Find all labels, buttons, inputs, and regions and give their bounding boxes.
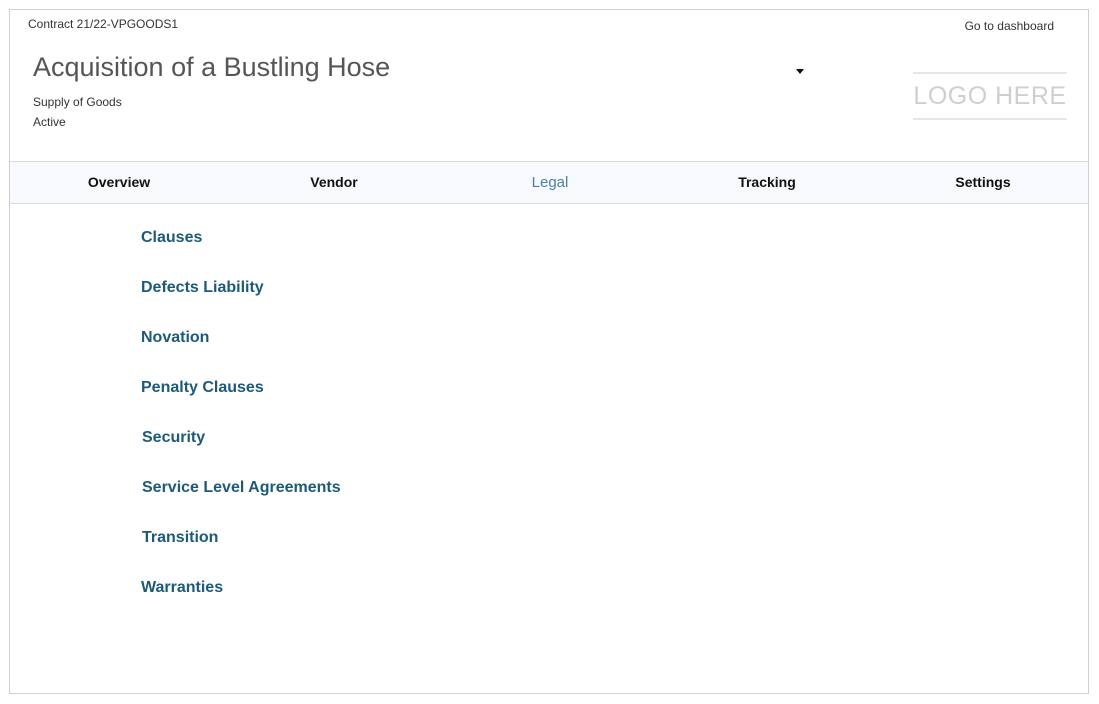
contract-status: Active <box>33 115 66 129</box>
legal-link-defects-liability[interactable]: Defects Liability <box>141 279 341 329</box>
tab-overview[interactable]: Overview <box>88 162 150 203</box>
legal-link-penalty-clauses[interactable]: Penalty Clauses <box>141 379 341 429</box>
contract-category: Supply of Goods <box>33 95 122 109</box>
legal-link-transition[interactable]: Transition <box>141 529 341 579</box>
caret-down-icon[interactable] <box>796 69 804 74</box>
contract-id: Contract 21/22-VPGOODS1 <box>28 17 179 31</box>
legal-link-novation[interactable]: Novation <box>141 329 341 379</box>
legal-section-list: Clauses Defects Liability Novation Penal… <box>141 229 341 629</box>
logo: LOGO HERE <box>913 72 1067 120</box>
legal-link-security[interactable]: Security <box>141 429 341 479</box>
tab-settings[interactable]: Settings <box>955 162 1010 203</box>
tab-tracking[interactable]: Tracking <box>738 162 796 203</box>
go-to-dashboard-link[interactable]: Go to dashboard <box>965 19 1054 33</box>
tab-vendor[interactable]: Vendor <box>310 162 357 203</box>
legal-link-clauses[interactable]: Clauses <box>141 229 341 279</box>
tab-bar: Overview Vendor Legal Tracking Settings <box>10 161 1088 204</box>
legal-link-warranties[interactable]: Warranties <box>141 579 341 629</box>
legal-link-service-level-agreements[interactable]: Service Level Agreements <box>141 479 341 529</box>
contract-title: Acquisition of a Bustling Hose <box>33 52 391 82</box>
tab-legal[interactable]: Legal <box>532 162 569 203</box>
